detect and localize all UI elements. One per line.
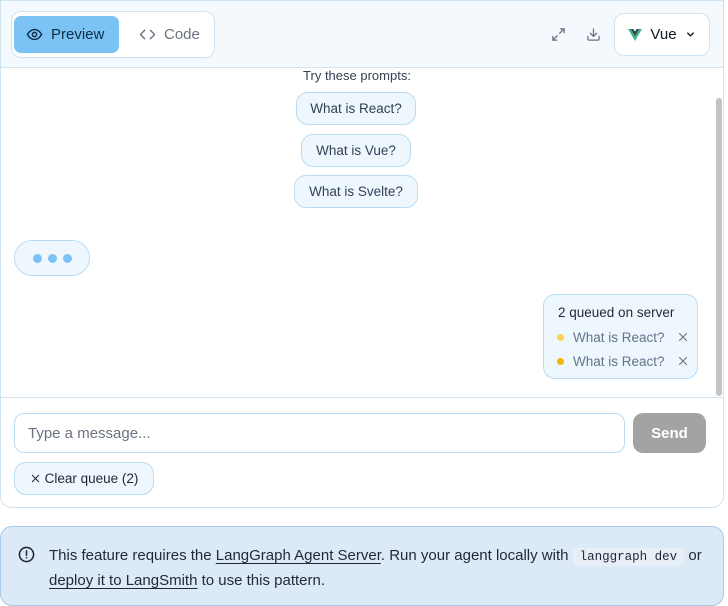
- langsmith-deploy-link[interactable]: deploy it to LangSmith: [49, 572, 197, 589]
- queue-item: What is React?: [557, 352, 689, 370]
- code-icon: [139, 26, 156, 43]
- send-button[interactable]: Send: [633, 413, 706, 453]
- expand-icon[interactable]: [547, 23, 569, 45]
- preview-label: Preview: [51, 26, 105, 43]
- prompt-chip-vue[interactable]: What is Vue?: [301, 134, 411, 167]
- chat-area[interactable]: Try these prompts: What is React? What i…: [1, 68, 713, 396]
- queue-item-label: What is React?: [573, 353, 665, 369]
- clear-queue-label: Clear queue (2): [44, 471, 139, 486]
- queue-status-dot: [557, 357, 564, 365]
- demo-card: Preview Code Vue Try these prompts: What…: [0, 0, 724, 508]
- chevron-down-icon: [685, 29, 696, 40]
- queue-item: What is React?: [557, 328, 689, 346]
- typing-dot: [62, 253, 72, 263]
- notice-suffix: to use this pattern.: [197, 572, 326, 589]
- queue-status-dot: [557, 333, 564, 341]
- typing-dot: [32, 253, 42, 263]
- notice-or: or: [684, 547, 702, 564]
- code-tab[interactable]: Code: [127, 16, 213, 53]
- notice-text: This feature requires the LangGraph Agen…: [49, 544, 709, 592]
- remove-queue-item-icon[interactable]: [677, 331, 689, 343]
- queue-item-label: What is React?: [573, 329, 665, 345]
- prompts-title: Try these prompts:: [303, 68, 411, 83]
- queue-title: 2 queued on server: [558, 305, 675, 320]
- framework-select[interactable]: Vue: [614, 13, 710, 56]
- typing-dot: [47, 253, 57, 263]
- chat-scrollbar[interactable]: [716, 98, 722, 396]
- prompt-chip-react[interactable]: What is React?: [296, 92, 416, 125]
- toolbar: Preview Code Vue: [1, 1, 723, 68]
- framework-label: Vue: [650, 26, 677, 43]
- composer: Send Clear queue (2): [1, 397, 723, 507]
- notice-prefix: This feature requires the: [49, 547, 216, 564]
- close-icon: [30, 473, 41, 484]
- download-icon[interactable]: [582, 23, 604, 45]
- message-input[interactable]: [14, 413, 625, 453]
- prompt-chip-svelte[interactable]: What is Svelte?: [294, 175, 418, 208]
- agent-server-link[interactable]: LangGraph Agent Server: [216, 547, 381, 564]
- queue-panel: 2 queued on server What is React? What i…: [543, 294, 698, 379]
- vue-logo-icon: [628, 28, 643, 41]
- preview-tab[interactable]: Preview: [14, 16, 119, 53]
- notice-middle: . Run your agent locally with: [380, 547, 573, 564]
- command-code: langgraph dev: [572, 548, 685, 566]
- clear-queue-button[interactable]: Clear queue (2): [14, 462, 154, 495]
- code-label: Code: [164, 26, 200, 43]
- remove-queue-item-icon[interactable]: [677, 355, 689, 367]
- eye-icon: [26, 26, 43, 43]
- info-notice: This feature requires the LangGraph Agen…: [0, 526, 724, 606]
- typing-indicator: [14, 240, 90, 276]
- view-toggle: Preview Code: [11, 11, 215, 58]
- info-circle-icon: [18, 546, 35, 568]
